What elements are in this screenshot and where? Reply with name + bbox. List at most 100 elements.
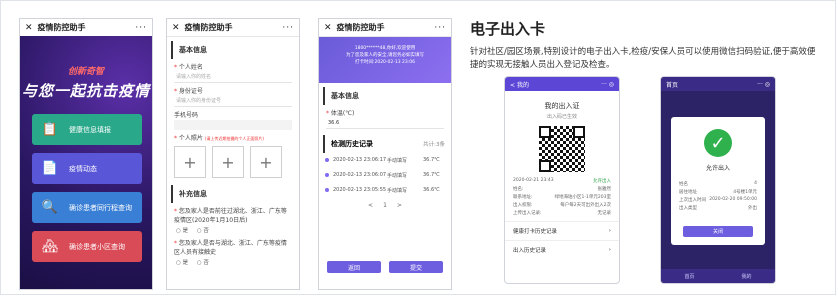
close-icon[interactable]: ✕ — [172, 23, 180, 33]
button-label: 疫情动态 — [69, 164, 97, 173]
submit-button[interactable]: 提交 — [389, 261, 443, 273]
search-icon: 🔍 — [41, 200, 59, 215]
pagination: < 1 > — [319, 202, 451, 209]
button-label: 健康信息填报 — [69, 125, 111, 134]
history-header: 检测历史记录 共计:3条 — [323, 135, 451, 153]
button-label: 确诊患者同行程查询 — [69, 203, 132, 212]
pass-status: 允许出入 — [593, 179, 611, 184]
health-history-link[interactable]: 健康打卡历史记录 › — [505, 221, 619, 240]
radio-yes[interactable]: ○ 是 — [176, 228, 188, 234]
access-history-link[interactable]: 出入历史记录 › — [505, 240, 619, 259]
info-row: 姓名 4 — [679, 181, 757, 187]
name-label: * 个人姓名 — [174, 64, 203, 71]
verify-navbar: 首页 ··· ◎ — [661, 77, 775, 91]
info-row: 联系地址: 绿地海珀小区1-1单元203室 — [513, 195, 611, 200]
temperature-input[interactable]: 36.6 — [326, 118, 444, 129]
close-icon[interactable]: ✕ — [324, 23, 332, 33]
upload-photo-button[interactable]: + — [174, 146, 206, 178]
pass-subtitle: 出入码已生效 — [546, 114, 577, 120]
pass-title: 我的出入证 — [544, 102, 580, 110]
info-row: 上传出入记录: 无记录 — [513, 211, 611, 216]
phone-label: 手机号码 — [174, 112, 199, 119]
chevron-right-icon: › — [608, 228, 611, 234]
app-title: 疫情防控助手 — [184, 23, 233, 32]
slogan-top: 创新奇智 — [67, 67, 104, 77]
section-description: 针对社区/园区场景,特别设计的电子出入卡,检疫/安保人员可以使用微信扫码验证,便… — [470, 47, 816, 70]
question-2: * 您及家人是否与湖北、浙江、广东等疫情区人员有接触史 — [174, 240, 287, 256]
close-icon[interactable]: ✕ — [25, 23, 33, 33]
pass-time-row: 2020-02-21 23:43 允许出入 — [505, 177, 619, 185]
more-icon[interactable]: ··· ◎ — [601, 81, 614, 88]
info-row: 居住地址 4号楼1单元 — [679, 190, 757, 195]
home-background: 创新奇智 与您一起抗击疫情 📋 健康信息填报 📄 疫情动态 🔍 确诊患者同行程查… — [20, 36, 152, 289]
info-row: 出入类型 外出 — [679, 206, 757, 211]
radio-no[interactable]: ○ 否 — [197, 228, 209, 234]
info-row: 姓名: 张雅然 — [513, 187, 611, 192]
more-icon[interactable]: ··· — [282, 23, 294, 33]
phone-verify-screen: 首页 ··· ◎ ✓ 允许出入 姓名 4 居住地址 4号楼1单元 上次出入时间 202… — [660, 76, 776, 284]
id-label: * 身份证号 — [174, 88, 203, 95]
action-buttons: 返回 提交 — [327, 261, 443, 273]
question-2-options: ○ 是 ○ 否 — [167, 257, 299, 267]
check-icon: ✓ — [704, 129, 732, 157]
clipboard-icon: 📋 — [41, 122, 59, 137]
upload-photo-button[interactable]: + — [250, 146, 282, 178]
upload-photo-button[interactable]: + — [212, 146, 244, 178]
qr-code-icon[interactable] — [539, 126, 585, 172]
radio-no[interactable]: ○ 否 — [197, 260, 209, 266]
radio-yes[interactable]: ○ 是 — [176, 260, 188, 266]
question-1-options: ○ 是 ○ 否 — [167, 225, 299, 235]
pass-time: 2020-02-21 23:43 — [513, 178, 554, 183]
phone-home-screen: ✕ 疫情防控助手 ··· 创新奇智 与您一起抗击疫情 📋 健康信息填报 📄 疫情… — [19, 18, 153, 290]
table-row: 2020-02-13 23:06:17 手动填写 36.7℃ — [319, 153, 451, 168]
back-button[interactable]: 返回 — [327, 261, 381, 273]
photo-label: * 个人照片 (请上传近期拍摄的个人正面照片) — [174, 135, 264, 142]
app-title: 疫情防控助手 — [37, 23, 86, 32]
slogan-main: 与您一起抗击疫情 — [21, 82, 150, 100]
tab-mine[interactable]: 我的 — [741, 273, 751, 280]
app-titlebar: ✕ 疫情防控助手 ··· — [167, 19, 299, 37]
document-icon: 📄 — [41, 161, 59, 176]
photo-upload-row: + + + — [167, 143, 299, 181]
name-input[interactable]: 请输入你的姓名 — [174, 72, 292, 83]
health-report-button[interactable]: 📋 健康信息填报 — [32, 114, 142, 145]
supplement-section: 补充信息 — [171, 185, 299, 203]
info-row: 上次出入时间 2020-02-20 09:50:00 — [679, 197, 757, 203]
pass-navbar: < 我的 ··· ◎ — [505, 77, 619, 91]
table-row: 2020-02-13 23:05:55 手动填写 36.6℃ — [319, 183, 451, 198]
chevron-right-icon: › — [608, 247, 611, 253]
id-input[interactable]: 请输入你的身份证号 — [174, 96, 292, 107]
phone-input[interactable] — [174, 120, 292, 130]
more-icon[interactable]: ··· — [434, 23, 446, 33]
tab-home[interactable]: 首页 — [684, 273, 694, 280]
table-row: 2020-02-13 23:06:07 手动填写 36.7℃ — [319, 168, 451, 183]
history-count: 共计:3条 — [423, 142, 445, 148]
phone-temperature-screen: ✕ 疫情防控助手 ··· 1800******48,你好,欢迎使用 为了您及家人… — [318, 18, 452, 290]
button-label: 确诊患者小区查询 — [69, 242, 125, 251]
temperature-label: * 体温(℃) — [326, 110, 355, 117]
phone-form-screen: ✕ 疫情防控助手 ··· 基本信息 * 个人姓名 请输入你的姓名 * 身份证号 … — [166, 18, 300, 290]
community-query-button[interactable]: 🏘 确诊患者小区查询 — [32, 231, 142, 262]
epidemic-news-button[interactable]: 📄 疫情动态 — [32, 153, 142, 184]
question-1: * 您及家人是否前往过湖北、浙江、广东等疫情区(2020年1月10日后) — [174, 208, 287, 224]
allow-text: 允许出入 — [705, 165, 730, 172]
next-page-button[interactable]: > — [397, 202, 402, 209]
back-icon[interactable]: < 我的 — [510, 80, 529, 89]
more-icon[interactable]: ··· — [135, 23, 147, 33]
more-icon[interactable]: ··· ◎ — [757, 81, 770, 88]
trip-query-button[interactable]: 🔍 确诊患者同行程查询 — [32, 192, 142, 223]
verify-card: ✓ 允许出入 姓名 4 居住地址 4号楼1单元 上次出入时间 2020-02-20 0… — [671, 117, 765, 245]
app-title: 疫情防控助手 — [336, 23, 385, 32]
app-titlebar: ✕ 疫情防控助手 ··· — [20, 19, 152, 37]
section-heading: 电子出入卡 — [470, 20, 546, 38]
community-icon: 🏘 — [41, 239, 59, 254]
info-row: 出入权限: 每户每2天可出外出入2次 — [513, 203, 611, 208]
bar-title: 首页 — [666, 81, 679, 89]
app-titlebar: ✕ 疫情防控助手 ··· — [319, 19, 451, 37]
bottom-tabbar: 首页 我的 — [661, 269, 775, 283]
basic-info-section: 基本信息 — [323, 87, 451, 105]
close-button[interactable]: 关闭 — [683, 226, 753, 237]
current-page[interactable]: 1 — [383, 202, 387, 209]
phone-pass-screen: < 我的 ··· ◎ 我的出入证 出入码已生效 2020-02-21 23:43… — [504, 76, 620, 284]
prev-page-button[interactable]: < — [368, 202, 373, 209]
